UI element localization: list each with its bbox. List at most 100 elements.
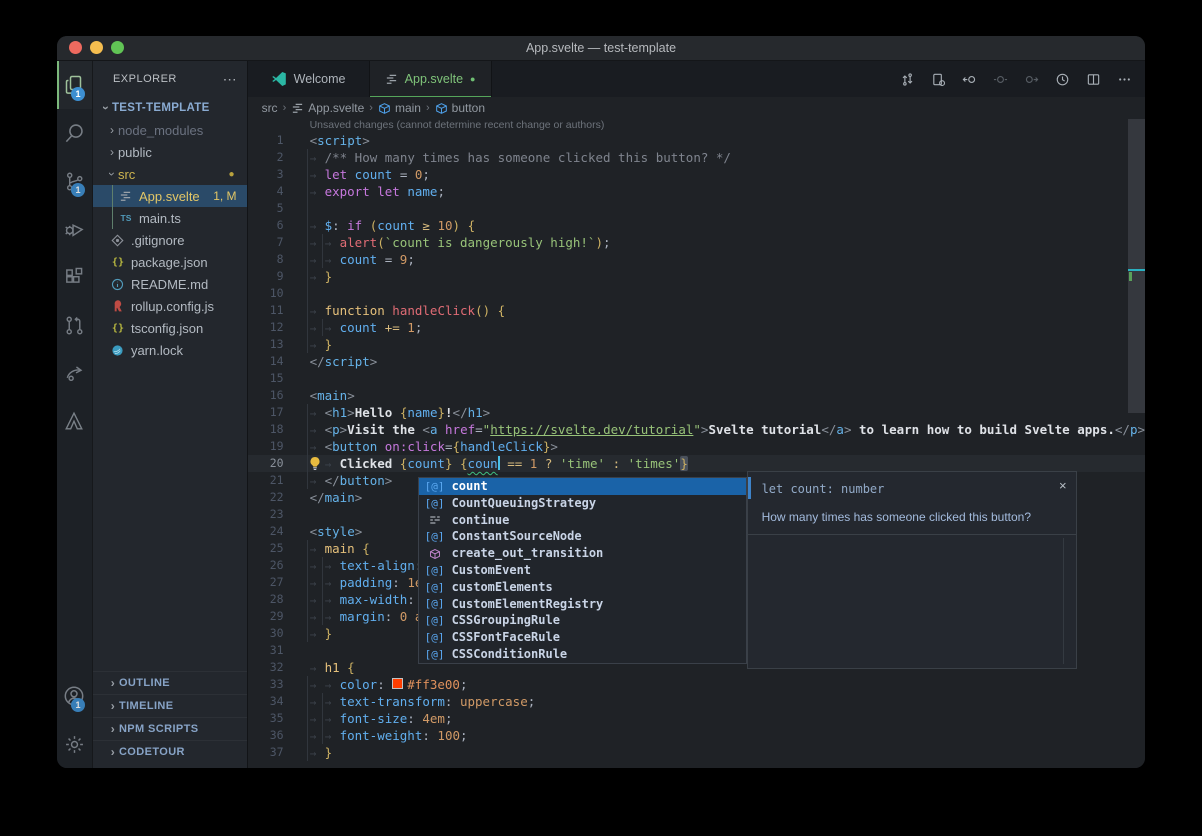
code-line-10[interactable]: 10 [248,285,1145,302]
chevron-right-icon: › [107,676,119,690]
code-line-2[interactable]: 2→/** How many times has someone clicked… [248,149,1145,166]
section-label: NPM SCRIPTS [119,723,199,735]
suggestion-CustomElementRegistry[interactable]: [@]CustomElementRegistry [419,596,746,613]
scrollbar[interactable] [1128,119,1145,413]
suggestion-CSSConditionRule[interactable]: [@]CSSConditionRule [419,646,746,663]
code-line-12[interactable]: 12→→count += 1; [248,319,1145,336]
tree-item-node_modules[interactable]: ›node_modules [93,119,247,141]
unsaved-dot-icon[interactable]: ● [470,74,475,84]
line-number: 23 [248,506,284,523]
token: : [407,711,422,726]
code-line-19[interactable]: 19→<button on:click={handleClick}> [248,438,1145,455]
split-editor-icon[interactable] [1082,68,1104,90]
code-line-37[interactable]: 37→} [248,744,1145,761]
tab-app-svelte[interactable]: App.svelte● [370,61,492,97]
tree-root-test-template[interactable]: › TEST-TEMPLATE [93,97,247,119]
open-changes-icon[interactable] [927,68,949,90]
tree-item-src[interactable]: ›src● [93,163,247,185]
activitybar-run-debug[interactable] [57,205,92,253]
code-line-15[interactable]: 15 [248,370,1145,387]
previous-change-icon[interactable] [989,68,1011,90]
tab-whitespace-icon: → [310,745,325,762]
activitybar-accounts[interactable]: 1 [57,672,92,720]
breadcrumb-item-button[interactable]: button [435,101,485,115]
tree-item-.gitignore[interactable]: .gitignore [93,229,247,251]
titlebar[interactable]: App.svelte — test-template [57,36,1145,61]
tree-item-tsconfig.json[interactable]: {}tsconfig.json [93,317,247,339]
activitybar-settings[interactable] [57,720,92,768]
suggestion-CSSGroupingRule[interactable]: [@]CSSGroupingRule [419,612,746,629]
tree-item-README.md[interactable]: README.md [93,273,247,295]
activitybar-github-pull-requests[interactable] [57,301,92,349]
tree-item-package.json[interactable]: {}package.json [93,251,247,273]
code-line-20[interactable]: 20→Clicked {count} {coun == 1 ? 'time' :… [248,455,1145,472]
explorer-more-actions-icon[interactable]: ⋯ [223,71,237,88]
code-line-1[interactable]: 1<script> [248,132,1145,149]
breadcrumb-item-main[interactable]: main [378,101,421,115]
tab-whitespace-icon: → [325,558,340,575]
code-line-14[interactable]: 14</script> [248,353,1145,370]
suggestion-label: customElements [452,579,553,596]
tab-whitespace-icon: → [325,711,340,728]
tab-welcome[interactable]: Welcome [248,61,370,97]
code-line-13[interactable]: 13→} [248,336,1145,353]
code-line-5[interactable]: 5 [248,200,1145,217]
tab-whitespace-icon: → [310,303,325,320]
suggestion-customElements[interactable]: [@]customElements [419,579,746,596]
line-number: 1 [248,132,284,149]
code-line-9[interactable]: 9→} [248,268,1145,285]
suggestion-continue[interactable]: continue [419,512,746,529]
tree-item-main.ts[interactable]: TSmain.ts [93,207,247,229]
editor-content[interactable]: Unsaved changes (cannot determine recent… [248,119,1145,768]
code-line-35[interactable]: 35→→font-size: 4em; [248,710,1145,727]
activitybar-live-share[interactable] [57,349,92,397]
code-line-7[interactable]: 7→→alert(`count is dangerously high!`); [248,234,1145,251]
breadcrumb[interactable]: src›App.svelte›main›button [248,97,1145,119]
tree-item-App.svelte[interactable]: App.svelte1, M [93,185,247,207]
source-control-graph-icon[interactable] [896,68,918,90]
breadcrumb-item-src[interactable]: src [262,101,278,115]
activitybar-azure[interactable] [57,397,92,445]
sidebar-section-codetour[interactable]: ›CODETOUR [93,740,247,763]
code-line-17[interactable]: 17→<h1>Hello {name}!</h1> [248,404,1145,421]
activitybar-extensions[interactable] [57,253,92,301]
sidebar-section-npm-scripts[interactable]: ›NPM SCRIPTS [93,717,247,740]
code-line-16[interactable]: 16<main> [248,387,1145,404]
line-number: 37 [248,744,284,761]
activitybar-search[interactable] [57,109,92,157]
activitybar-explorer[interactable]: 1 [57,61,92,109]
code-line-3[interactable]: 3→let count = 0; [248,166,1145,183]
tab-whitespace-icon: → [325,728,340,745]
file-history-icon[interactable] [1051,68,1073,90]
suggestion-CountQueuingStrategy[interactable]: [@]CountQueuingStrategy [419,495,746,512]
tree-item-yarn.lock[interactable]: yarn.lock [93,339,247,361]
line-content: →} [310,336,333,353]
lightbulb-icon[interactable] [308,456,322,476]
code-line-33[interactable]: 33→→color: #ff3e00; [248,676,1145,693]
suggestion-count[interactable]: [@]count [419,478,746,495]
code-line-4[interactable]: 4→export let name; [248,183,1145,200]
breadcrumb-item-app-svelte[interactable]: App.svelte [291,101,364,115]
tree-item-public[interactable]: ›public [93,141,247,163]
suggestion-CustomEvent[interactable]: [@]CustomEvent [419,562,746,579]
activitybar-source-control[interactable]: 1 [57,157,92,205]
open-previous-change-icon[interactable] [958,68,980,90]
token: { [498,303,506,318]
suggestion-create_out_transition[interactable]: create_out_transition [419,545,746,562]
sidebar-section-outline[interactable]: ›OUTLINE [93,671,247,694]
sidebar-section-timeline[interactable]: ›TIMELINE [93,694,247,717]
tree-item-rollup.config.js[interactable]: rollup.config.js [93,295,247,317]
close-icon[interactable]: × [1059,478,1067,493]
code-line-8[interactable]: 8→→count = 9; [248,251,1145,268]
suggestion-ConstantSourceNode[interactable]: [@]ConstantSourceNode [419,528,746,545]
tab-whitespace-icon: → [310,660,325,677]
code-line-36[interactable]: 36→→font-weight: 100; [248,727,1145,744]
next-change-icon[interactable] [1020,68,1042,90]
suggestion-CSSFontFaceRule[interactable]: [@]CSSFontFaceRule [419,629,746,646]
more-actions-icon[interactable] [1113,68,1135,90]
code-line-11[interactable]: 11→function handleClick() { [248,302,1145,319]
code-line-6[interactable]: 6→$: if (count ≥ 10) { [248,217,1145,234]
line-number: 6 [248,217,284,234]
code-line-18[interactable]: 18→<p>Visit the <a href="https://svelte.… [248,421,1145,438]
code-line-34[interactable]: 34→→text-transform: uppercase; [248,693,1145,710]
